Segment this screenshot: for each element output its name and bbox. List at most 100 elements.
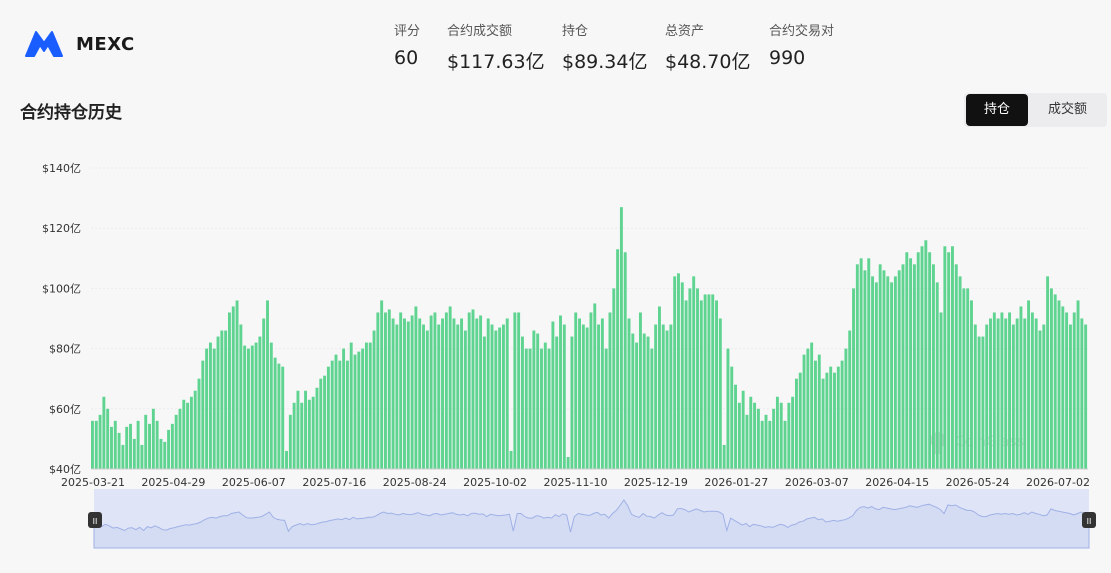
bar — [593, 303, 597, 469]
bar — [323, 375, 327, 469]
bar — [144, 414, 148, 469]
bar — [977, 336, 981, 469]
bar — [654, 324, 658, 469]
bar — [772, 408, 776, 469]
bar — [551, 321, 555, 469]
bar — [288, 414, 292, 469]
bar — [448, 306, 452, 469]
bar — [920, 246, 924, 469]
bar — [98, 414, 102, 469]
bar — [235, 300, 239, 469]
bar — [300, 402, 304, 469]
bar — [1023, 318, 1027, 469]
bar — [1011, 324, 1015, 469]
bar — [658, 306, 661, 469]
bar — [540, 348, 543, 469]
bar — [566, 456, 570, 469]
bar — [311, 396, 315, 469]
bar — [585, 327, 589, 469]
x-tick-label: 2026-04-15 — [865, 476, 929, 489]
bar — [353, 354, 357, 469]
bar — [745, 414, 749, 469]
bar — [391, 318, 395, 469]
bar — [589, 312, 593, 469]
bar — [555, 336, 559, 469]
bar — [806, 348, 810, 469]
bar — [814, 360, 817, 469]
bar — [227, 312, 231, 469]
bar — [661, 324, 665, 469]
bar — [677, 273, 680, 469]
bar — [547, 348, 551, 469]
x-tick-label: 2025-04-29 — [141, 476, 205, 489]
bar — [578, 318, 581, 469]
bar — [737, 402, 741, 469]
bar — [878, 264, 882, 469]
bar — [635, 342, 639, 469]
bar — [985, 324, 989, 469]
bar — [357, 351, 361, 469]
bar — [482, 336, 486, 469]
navigator-left-handle[interactable]: II — [88, 512, 102, 528]
bar — [958, 276, 962, 469]
x-tick-label: 2025-06-07 — [222, 476, 286, 489]
bar — [292, 402, 296, 469]
bar — [296, 390, 300, 469]
bar — [817, 354, 821, 469]
bar — [406, 321, 410, 469]
bar — [753, 402, 757, 469]
x-tick-label: 2025-08-24 — [383, 476, 447, 489]
bar — [342, 348, 346, 469]
bar — [768, 420, 772, 469]
range-navigator[interactable]: II II — [88, 489, 1096, 549]
bar — [1068, 324, 1072, 469]
bar — [893, 276, 897, 469]
bar — [330, 360, 334, 469]
bar — [387, 309, 391, 469]
bar — [718, 318, 722, 469]
svg-text:II: II — [93, 517, 98, 526]
bar — [760, 420, 764, 469]
bar — [345, 360, 349, 469]
bar — [855, 264, 859, 469]
bar — [501, 324, 505, 469]
bar — [825, 372, 829, 469]
bar — [456, 324, 460, 469]
y-tick-label: $100亿 — [42, 282, 81, 295]
bar — [285, 450, 288, 469]
bar — [384, 312, 387, 469]
bar — [779, 402, 783, 469]
x-tick-label: 2026-01-27 — [704, 476, 768, 489]
bar — [437, 324, 441, 469]
x-tick-label: 2025-10-02 — [463, 476, 527, 489]
bar — [692, 276, 696, 469]
bar — [912, 264, 916, 469]
bar — [882, 270, 886, 469]
bar — [189, 396, 193, 469]
bar — [935, 282, 939, 469]
bar — [475, 318, 479, 469]
bar — [193, 390, 197, 469]
x-tick-label: 2026-03-07 — [785, 476, 849, 489]
bar — [471, 309, 475, 469]
bar — [996, 318, 1000, 469]
navigator-right-handle[interactable]: II — [1082, 512, 1096, 528]
bar — [1042, 324, 1046, 469]
bar — [646, 336, 650, 469]
bar — [94, 420, 98, 469]
bar — [1072, 312, 1076, 469]
bar — [886, 276, 890, 469]
bar — [125, 426, 129, 469]
bar — [570, 336, 574, 469]
bar — [182, 399, 186, 469]
bar — [1049, 288, 1053, 469]
y-tick-label: $120亿 — [42, 222, 81, 235]
bar — [266, 300, 269, 469]
bar — [151, 408, 155, 469]
bar — [208, 342, 212, 469]
bar — [201, 360, 205, 469]
bar — [505, 318, 509, 469]
bar — [536, 333, 540, 469]
bar — [810, 342, 814, 469]
bar — [212, 348, 216, 469]
